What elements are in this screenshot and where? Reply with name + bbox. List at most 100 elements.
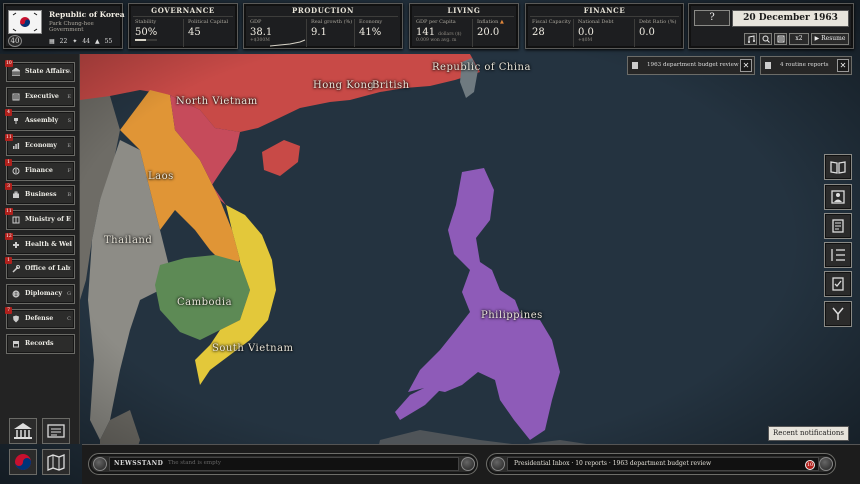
policy-button[interactable]	[824, 213, 852, 239]
briefcase-icon	[13, 191, 19, 198]
routine-reports-notification[interactable]: 4 routine reports ✕	[760, 56, 852, 75]
sidebar-item-count: E	[67, 217, 71, 223]
national-flag-button[interactable]	[9, 449, 37, 475]
production-panel[interactable]: PRODUCTION GDP 38.1 +$300M Real growth (…	[243, 3, 403, 49]
chart-icon	[13, 143, 20, 149]
cross-icon	[13, 242, 19, 248]
newspaper-button[interactable]	[42, 418, 70, 444]
fiscal-capacity-stat: Fiscal Capacity 28	[532, 19, 571, 38]
government-building-button[interactable]	[9, 418, 37, 444]
capitol-icon	[14, 423, 32, 439]
label-laos: Laos	[148, 171, 174, 182]
gdp-per-capita-value: 141	[416, 27, 436, 38]
budget-review-notification[interactable]: 1963 department budget review ✕	[627, 56, 755, 75]
notification-badge: 3	[5, 183, 12, 190]
label-north-vietnam: North Vietnam	[176, 96, 258, 107]
economy-value: 41%	[359, 27, 382, 38]
sidebar-item-label: Defense	[25, 315, 54, 322]
governance-panel[interactable]: GOVERNANCE Stability 50% Political Capit…	[128, 3, 238, 49]
sidebar-item-finance[interactable]: 1 Finance F	[5, 159, 75, 181]
map-button[interactable]	[42, 449, 70, 475]
sidebar-item-assembly[interactable]: 4 Assembly S	[5, 109, 75, 131]
debt-ratio-stat: Debt Ratio (%) 0.0	[639, 19, 677, 38]
sidebar-item-count: F	[67, 168, 71, 174]
national-debt-label: National Debt	[578, 19, 614, 25]
flag-icon	[8, 10, 42, 34]
document-icon	[832, 219, 844, 233]
national-debt-stat: National Debt 0.0 +$0M	[578, 19, 614, 43]
notification-badge: 10	[5, 60, 13, 67]
map-icon	[47, 454, 65, 471]
speed-button[interactable]: x2	[789, 33, 809, 45]
checklist-button[interactable]	[824, 271, 852, 297]
country-level-badge: 40	[8, 35, 22, 47]
checklist-icon	[832, 277, 844, 291]
gdp-value: 38.1	[250, 27, 273, 38]
search-icon	[762, 35, 770, 43]
sidebar-item-label: Economy	[25, 142, 57, 149]
document-icon	[632, 62, 638, 69]
help-button[interactable]: ?	[694, 10, 730, 26]
decision-tree-button[interactable]	[824, 301, 852, 327]
country-stat-1: 22	[59, 38, 68, 45]
sidebar-item-office-of-labor[interactable]: 1 Office of Lab Z	[5, 257, 75, 279]
sidebar-item-executive[interactable]: Executive E	[6, 87, 75, 107]
real-growth-label: Real growth (%)	[311, 19, 353, 25]
leader-name: Park Chung-hee Government	[49, 21, 94, 33]
search-button[interactable]	[759, 33, 772, 45]
ledger-button[interactable]	[774, 33, 787, 45]
recent-notifications-button[interactable]: Recent notifications	[768, 426, 849, 441]
sidebar-item-diplomacy[interactable]: Diplomacy G	[6, 284, 75, 304]
play-icon: ▶	[814, 35, 820, 42]
inflation-label: Inflation	[477, 19, 499, 25]
sidebar-item-health-welfare[interactable]: 12 Health & Wel H	[5, 233, 75, 255]
stability-bar	[135, 39, 157, 41]
close-icon[interactable]: ✕	[740, 59, 752, 72]
newsstand-ticker[interactable]: NEWSSTAND The stand is empty	[88, 453, 478, 475]
presidential-inbox-ticker[interactable]: Presidential Inbox · 10 reports · 1963 d…	[486, 453, 836, 475]
finance-title: FINANCE	[583, 6, 626, 15]
economy-stat: Economy 41%	[359, 19, 382, 38]
date-panel: ? 20 December 1963 x2 ▶ Resume	[688, 3, 854, 49]
cabinet-button[interactable]	[824, 184, 852, 210]
ledger-icon	[777, 35, 784, 43]
open-book-icon	[830, 161, 846, 174]
sidebar-item-ministry-of-education[interactable]: 11 Ministry of E E	[5, 208, 75, 230]
living-panel[interactable]: LIVING GDP per Capita 141 dollars ($) 0.…	[409, 3, 519, 49]
encyclopedia-button[interactable]	[824, 154, 852, 180]
sidebar-item-label: Finance	[25, 167, 53, 174]
sidebar-item-count: B	[67, 192, 71, 198]
ministry-sidebar: 10 State Affairs A Executive E 4 Assembl…	[0, 54, 80, 475]
sidebar-item-count: E	[67, 143, 71, 149]
sidebar-item-economy[interactable]: 11 Economy E	[5, 134, 75, 156]
sidebar-item-label: Records	[25, 340, 54, 347]
notification-badge: 11	[5, 134, 13, 141]
finance-panel[interactable]: FINANCE Fiscal Capacity 28 National Debt…	[525, 3, 684, 49]
notification-badge: 1	[5, 257, 12, 264]
close-icon[interactable]: ✕	[837, 59, 849, 72]
country-panel[interactable]: 40 Republic of Korea Park Chung-hee Gove…	[3, 3, 125, 49]
music-button[interactable]	[744, 33, 757, 45]
label-cambodia: Cambodia	[177, 297, 233, 308]
country-stat-2: 44	[82, 38, 90, 45]
inflation-stat: Inflation ▲ 20.0	[477, 19, 504, 38]
priorities-button[interactable]	[824, 242, 852, 268]
music-icon	[747, 35, 755, 43]
stat-icon: ▦	[49, 38, 55, 45]
resume-button[interactable]: ▶ Resume	[811, 33, 849, 45]
political-capital-stat: Political Capital 45	[188, 19, 228, 38]
sidebar-item-records[interactable]: Records	[6, 334, 75, 354]
notification-badge: 1	[5, 159, 12, 166]
coin-icon	[12, 167, 20, 175]
gavel-icon	[14, 118, 18, 124]
country-stat-3: 55	[104, 38, 113, 45]
gdp-per-capita-stat: GDP per Capita 141 dollars ($) 0.009 won…	[416, 19, 462, 43]
sidebar-item-state-affairs[interactable]: 10 State Affairs A	[5, 60, 75, 82]
sidebar-item-defense[interactable]: 7 Defense C	[5, 307, 75, 329]
sidebar-item-label: Office of Lab	[25, 265, 71, 272]
gdp-per-capita-unit: dollars ($)	[438, 32, 462, 37]
taegeuk-icon	[15, 454, 31, 470]
sidebar-item-label: Ministry of E	[25, 216, 71, 223]
sidebar-item-business[interactable]: 3 Business B	[5, 183, 75, 205]
gdp-per-capita-sub: 0.009 won avg. m	[416, 38, 457, 43]
